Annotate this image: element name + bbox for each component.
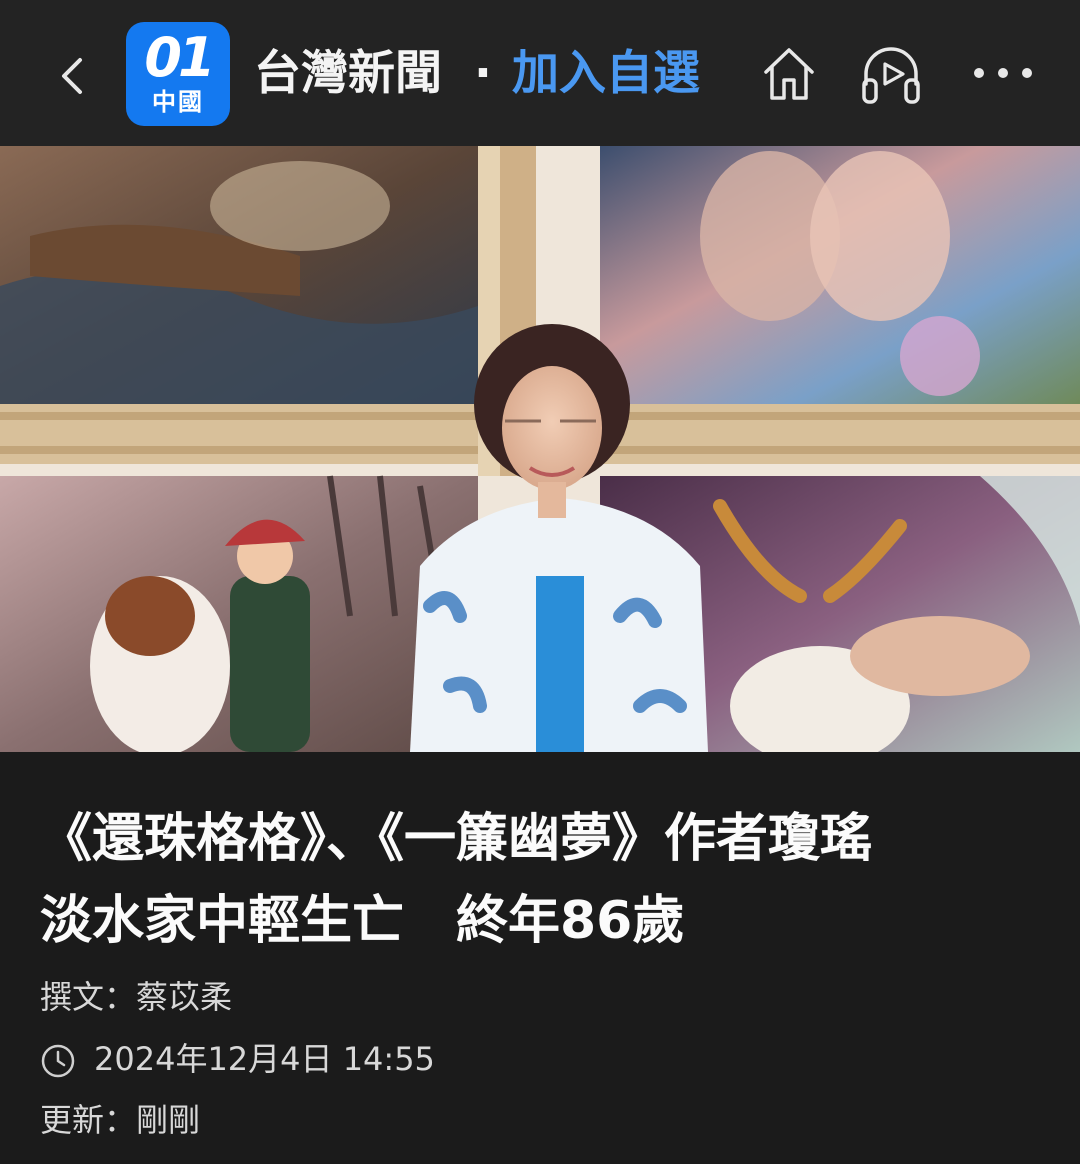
headline-line-1: 《還珠格格》、《一簾幽夢》作者瓊瑤 xyxy=(40,809,873,869)
article-updated: 更新：剛剛 xyxy=(40,1101,201,1139)
clock-icon xyxy=(41,1044,75,1078)
article-datetime: 2024年12月4日 14:55 xyxy=(94,1040,435,1078)
follow-channel-button[interactable]: 加入自選 xyxy=(512,42,700,106)
more-button[interactable] xyxy=(970,40,1036,106)
channel-separator: · xyxy=(474,46,492,101)
hero-photo-illustration xyxy=(0,146,1080,752)
home-icon xyxy=(764,48,814,100)
hk01-logo[interactable]: 01 中國 xyxy=(126,22,230,126)
home-button[interactable] xyxy=(756,40,822,106)
logo-subtext: 中國 xyxy=(152,88,204,116)
listen-button[interactable] xyxy=(858,40,924,106)
channel-name[interactable]: 台灣新聞 xyxy=(254,42,442,106)
back-button[interactable] xyxy=(44,46,104,106)
hero-photo xyxy=(0,146,1080,752)
more-icon xyxy=(974,68,1032,78)
headphones-icon xyxy=(862,47,920,104)
headline-line-2: 淡水家中輕生亡 終年86歲 xyxy=(40,891,685,951)
article-headline: 《還珠格格》、《一簾幽夢》作者瓊瑤 淡水家中輕生亡 終年86歲 xyxy=(40,798,1050,962)
article-author: 撰文：蔡苡柔 xyxy=(40,978,233,1016)
back-icon xyxy=(62,58,82,94)
top-bar: 01 中國 台灣新聞 · 加入自選 xyxy=(0,0,1080,146)
article-date-row: 2024年12月4日 14:55 xyxy=(40,1037,435,1081)
logo-number: 01 xyxy=(144,26,215,89)
